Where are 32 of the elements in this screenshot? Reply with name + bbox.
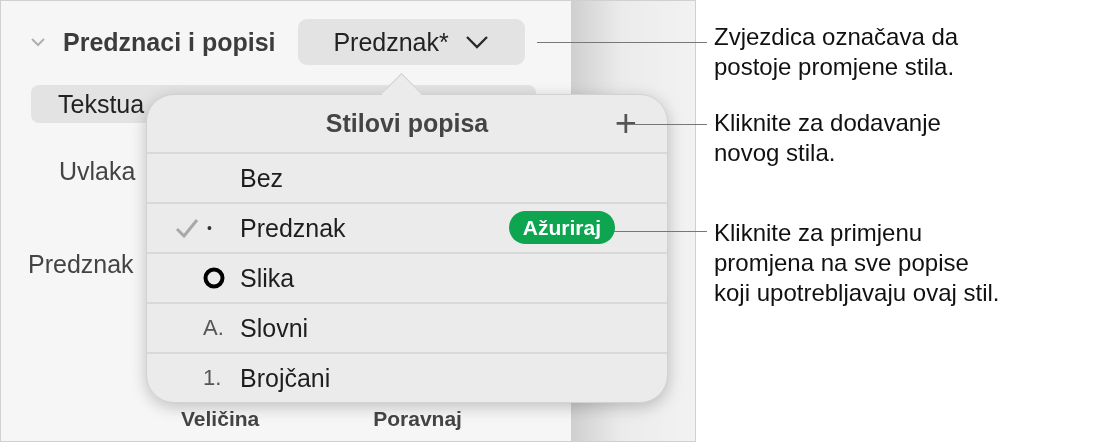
popover-title: Stilovi popisa — [325, 109, 489, 138]
callout-text: koji upotrebljavaju ovaj stil. — [714, 278, 1000, 308]
chevron-icon[interactable] — [31, 37, 45, 47]
callout-text: promjena na sve popise — [714, 248, 969, 278]
list-style-item[interactable]: A. Slovni — [147, 304, 667, 354]
checkmark-icon — [175, 218, 199, 238]
style-name: Slika — [240, 263, 295, 293]
callout-text: Kliknite za primjenu — [714, 218, 923, 248]
list-style-item[interactable]: Bez — [147, 154, 667, 204]
list-style-item[interactable]: • Predznak Ažuriraj — [147, 204, 667, 254]
callout-text: novog stila. — [714, 138, 836, 168]
style-dropdown[interactable]: Predznak* — [297, 19, 525, 65]
callout-text: Kliknite za dodavanje — [714, 108, 941, 138]
style-name: Brojčani — [240, 363, 331, 393]
chevron-icon — [464, 35, 489, 49]
circle-icon — [203, 267, 225, 289]
add-button[interactable]: + — [614, 103, 637, 143]
style-name: Bez — [240, 163, 284, 193]
list-marker: A. — [203, 315, 224, 341]
bullet-marker: • — [207, 220, 212, 236]
callout-text: Zvjezdica označava da — [714, 22, 959, 52]
list-marker: 1. — [203, 365, 222, 391]
callout-text: postoje promjene stila. — [714, 52, 955, 82]
style-name: Predznak — [240, 213, 346, 243]
bullet-label: Predznak — [28, 250, 134, 279]
style-name: Slovni — [240, 313, 309, 343]
column-label: Veličina — [181, 407, 260, 431]
list-style-item[interactable]: 1. Brojčani — [147, 354, 667, 402]
indent-label: Uvlaka — [59, 157, 136, 186]
list-style-item[interactable]: Slika — [147, 254, 667, 304]
section-title: Predznaci i popisi — [63, 27, 276, 57]
column-label: Poravnaj — [373, 407, 462, 431]
